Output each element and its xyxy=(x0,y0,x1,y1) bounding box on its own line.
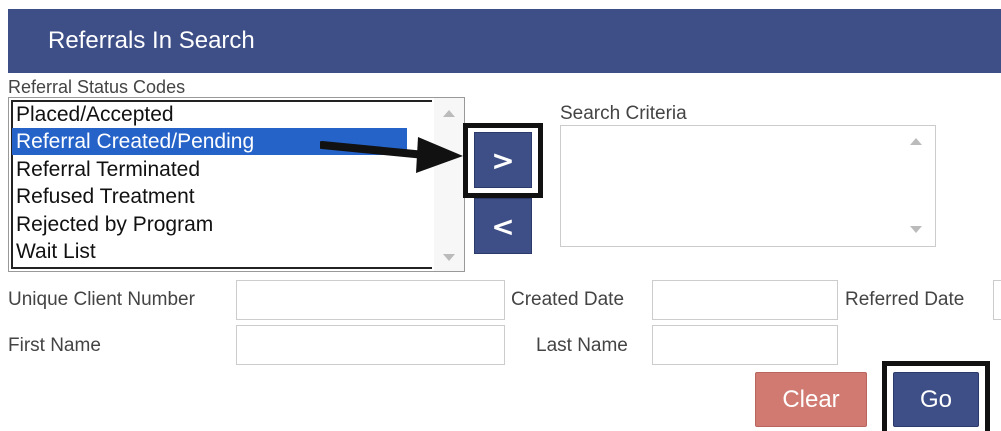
scroll-up-icon[interactable] xyxy=(443,110,455,117)
status-option-placed-accepted[interactable]: Placed/Accepted xyxy=(12,101,407,128)
created-date-field[interactable] xyxy=(652,280,838,320)
unique-client-number-field[interactable] xyxy=(236,280,505,320)
clear-button[interactable]: Clear xyxy=(755,372,867,427)
referred-date-label: Referred Date xyxy=(845,289,965,310)
status-codes-label: Referral Status Codes xyxy=(8,77,186,97)
last-name-field[interactable] xyxy=(652,325,838,365)
created-date-label: Created Date xyxy=(511,289,625,310)
criteria-scroll-up-icon[interactable] xyxy=(910,138,922,145)
status-list-scrollbar[interactable] xyxy=(434,98,464,271)
page-title: Referrals In Search xyxy=(48,27,255,54)
status-option-refused-treatment[interactable]: Refused Treatment xyxy=(12,183,407,210)
add-criteria-button[interactable]: > xyxy=(474,132,532,188)
status-option-rejected-by-program[interactable]: Rejected by Program xyxy=(12,211,407,238)
scroll-down-icon[interactable] xyxy=(443,254,455,261)
first-name-field[interactable] xyxy=(236,325,505,365)
unique-client-number-label: Unique Client Number xyxy=(8,289,195,310)
status-option-wait-list[interactable]: Wait List xyxy=(12,238,407,265)
referred-date-field[interactable] xyxy=(993,280,1001,320)
search-criteria-listbox[interactable] xyxy=(560,125,936,247)
pointer-arrow-icon xyxy=(320,137,463,173)
search-criteria-label: Search Criteria xyxy=(560,103,687,124)
first-name-label: First Name xyxy=(8,335,101,356)
page-header: Referrals In Search xyxy=(8,9,1001,73)
go-button[interactable]: Go xyxy=(893,372,979,427)
last-name-label: Last Name xyxy=(536,335,628,356)
status-codes-listbox[interactable]: Placed/Accepted Referral Created/Pending… xyxy=(8,97,465,272)
criteria-scroll-down-icon[interactable] xyxy=(910,226,922,233)
remove-criteria-button[interactable]: < xyxy=(474,198,532,254)
